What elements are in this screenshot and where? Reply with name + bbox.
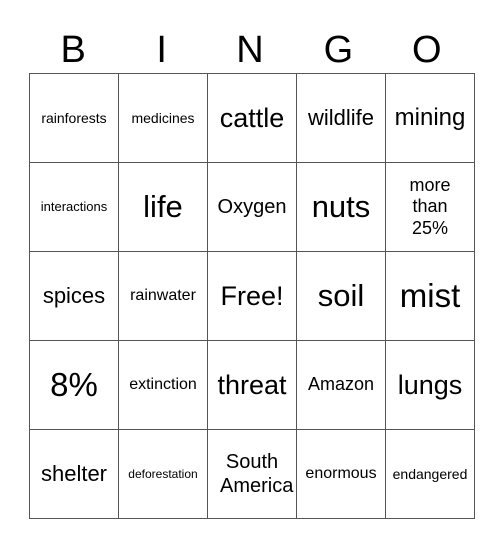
bingo-grid: rainforests medicines cattle wildlife mi…	[29, 73, 475, 519]
bingo-cell[interactable]: mist	[385, 251, 475, 341]
header-letter-g: G	[323, 29, 354, 71]
bingo-cell[interactable]: South America	[207, 429, 297, 519]
grid-row: interactions life Oxygen nuts more than …	[29, 162, 475, 252]
bingo-cell[interactable]: spices	[29, 251, 119, 341]
bingo-cell[interactable]: threat	[207, 340, 297, 430]
bingo-cell[interactable]: lungs	[385, 340, 475, 430]
header-letter-b: B	[60, 29, 86, 71]
bingo-cell[interactable]: endangered	[385, 429, 475, 519]
header-letter-n: N	[236, 29, 264, 71]
grid-row: spices rainwater Free! soil mist	[29, 251, 475, 341]
bingo-cell[interactable]: soil	[296, 251, 386, 341]
bingo-cell[interactable]: rainforests	[29, 73, 119, 163]
bingo-cell[interactable]: rainwater	[118, 251, 208, 341]
bingo-cell[interactable]: life	[118, 162, 208, 252]
bingo-cell-free[interactable]: Free!	[207, 251, 297, 341]
bingo-cell[interactable]: interactions	[29, 162, 119, 252]
bingo-header: B I N G O	[29, 28, 471, 72]
bingo-cell[interactable]: cattle	[207, 73, 297, 163]
bingo-cell[interactable]: shelter	[29, 429, 119, 519]
bingo-cell[interactable]: extinction	[118, 340, 208, 430]
bingo-cell[interactable]: more than 25%	[385, 162, 475, 252]
bingo-cell[interactable]: Oxygen	[207, 162, 297, 252]
bingo-cell[interactable]: mining	[385, 73, 475, 163]
bingo-cell[interactable]: deforestation	[118, 429, 208, 519]
bingo-cell[interactable]: enormous	[296, 429, 386, 519]
grid-row: rainforests medicines cattle wildlife mi…	[29, 73, 475, 163]
bingo-cell[interactable]: Amazon	[296, 340, 386, 430]
grid-row: shelter deforestation South America enor…	[29, 429, 475, 519]
bingo-cell[interactable]: wildlife	[296, 73, 386, 163]
grid-row: 8% extinction threat Amazon lungs	[29, 340, 475, 430]
header-letter-i: I	[156, 29, 167, 71]
header-letter-o: O	[412, 29, 442, 71]
bingo-cell[interactable]: medicines	[118, 73, 208, 163]
bingo-cell[interactable]: 8%	[29, 340, 119, 430]
bingo-cell[interactable]: nuts	[296, 162, 386, 252]
